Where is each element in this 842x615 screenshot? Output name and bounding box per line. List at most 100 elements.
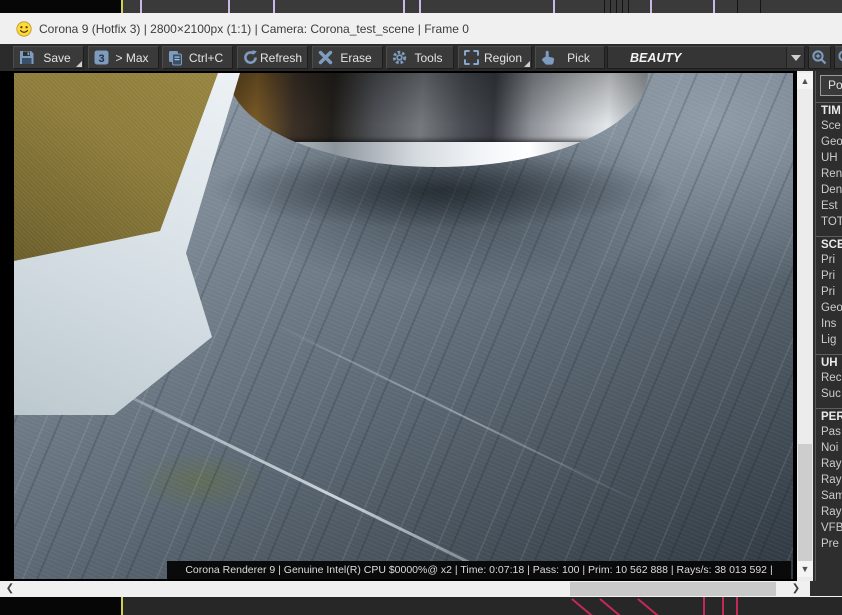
stats-section-header: UH — [816, 354, 842, 370]
viewport-spline-edge — [722, 597, 724, 615]
horizontal-scroll-thumb[interactable] — [570, 582, 776, 596]
stats-row: Ray — [821, 506, 842, 518]
viewport-grid-line — [616, 0, 617, 13]
stats-row: Pri — [821, 270, 836, 282]
viewport-grid-line — [403, 0, 405, 13]
stats-row: Ren — [821, 168, 842, 180]
viewport-grid-line — [121, 0, 123, 13]
copy-to-max-button[interactable]: 3 > Max — [88, 46, 159, 69]
viewport-grid-line — [628, 0, 629, 13]
post-button[interactable]: Pos — [820, 75, 842, 96]
stats-row: Sce — [821, 120, 841, 132]
stats-row: UH — [821, 152, 838, 164]
screen: Corona 9 (Hotfix 3) | 2800×2100px (1:1) … — [0, 0, 842, 615]
viewport-grid-line — [737, 0, 738, 13]
region-marquee-icon — [464, 50, 479, 65]
render-element-select[interactable]: BEAUTY — [607, 46, 805, 69]
stats-row: Geo — [821, 302, 842, 314]
pick-label: Pick — [567, 50, 590, 65]
copy-icon — [169, 51, 182, 66]
save-button[interactable]: Save — [13, 46, 84, 69]
viewport-grid-line — [140, 0, 142, 13]
viewport-spline-edge — [637, 598, 670, 615]
render-area: Corona Renderer 9 | Genuine Intel(R) CPU… — [0, 71, 797, 581]
viewport-spline-edge — [736, 597, 738, 615]
tools-label: Tools — [414, 50, 443, 65]
viewport-grid-line — [713, 0, 715, 13]
smiley-icon — [16, 20, 32, 37]
stats-row: Pas — [821, 426, 841, 438]
stats-section-header: TIM — [816, 102, 842, 118]
stats-section-header: PER — [816, 408, 842, 424]
stats-row: TOT — [821, 216, 842, 228]
stats-row: Ins — [821, 318, 837, 330]
render-pot-rim — [232, 141, 644, 167]
vertical-scrollbar[interactable]: ▲ ▼ — [797, 71, 813, 581]
stats-row: Suc — [821, 388, 841, 400]
copy-clipboard-label: Ctrl+C — [188, 50, 224, 65]
stats-row: Lig — [821, 334, 837, 346]
viewport-grid-line — [650, 0, 652, 13]
render-element-value: BEAUTY — [630, 50, 682, 65]
viewport-grid-line — [273, 0, 275, 13]
magnifier-icon — [838, 50, 842, 62]
stats-row: Pre — [821, 538, 839, 550]
stats-row: VFB — [821, 522, 842, 534]
refresh-label: Refresh — [259, 50, 303, 65]
erase-x-icon — [318, 50, 333, 65]
scroll-left-button[interactable]: ❮ — [2, 581, 18, 597]
viewport-grid-line — [604, 0, 605, 13]
stats-rows: TIM Sce Geo UH Ren Den Est TOT SCE Pri Pri Pri Geo In… — [816, 102, 842, 552]
stats-row: Pri — [821, 286, 836, 298]
scroll-down-button[interactable]: ▼ — [797, 561, 813, 577]
render-metal-pot — [228, 73, 648, 167]
vertical-scroll-thumb[interactable] — [798, 444, 812, 561]
copy-clipboard-button[interactable]: Ctrl+C — [162, 46, 233, 69]
stats-row: Geo — [821, 136, 842, 148]
stats-row: Noi — [821, 442, 839, 454]
erase-label: Erase — [340, 50, 372, 65]
viewport-grid-line — [228, 0, 230, 13]
stats-panel: Pos TIM Sce Geo UH Ren Den Est TOT SCE Pri Pri Pri G… — [815, 71, 842, 581]
pick-hand-icon — [542, 50, 555, 65]
corona-vfb-window: Corona 9 (Hotfix 3) | 2800×2100px (1:1) … — [0, 13, 842, 597]
viewport-bottom-strip — [0, 597, 842, 615]
viewport-dark-region — [0, 597, 121, 615]
refresh-button[interactable]: Refresh — [237, 46, 308, 69]
viewport-spline-edge — [703, 597, 705, 615]
dropdown-corner-icon — [76, 61, 82, 67]
stats-row: Rec — [821, 372, 842, 384]
copy-to-max-label: > Max — [115, 50, 149, 65]
rendered-image[interactable]: Corona Renderer 9 | Genuine Intel(R) CPU… — [14, 73, 793, 579]
viewport-spline-edge — [571, 598, 604, 615]
viewport-grid-line — [121, 597, 123, 615]
horizontal-scrollbar[interactable]: ❮ ❯ — [0, 581, 810, 597]
stats-row: Pri — [821, 254, 836, 266]
window-title: Corona 9 (Hotfix 3) | 2800×2100px (1:1) … — [39, 21, 469, 36]
viewport-grid-line — [622, 0, 623, 13]
render-stamp-text: Corona Renderer 9 | Genuine Intel(R) CPU… — [185, 564, 773, 576]
viewport-grid-line — [610, 0, 611, 13]
viewport-top-strip — [0, 0, 842, 13]
magnifier-plus-icon — [812, 50, 827, 65]
pick-button[interactable]: Pick — [535, 46, 605, 69]
gear-icon — [392, 50, 407, 65]
stats-row: Est — [821, 200, 838, 212]
zoom-in-button[interactable] — [808, 46, 831, 69]
viewport-grid-line — [553, 0, 555, 13]
scroll-right-button[interactable]: ❯ — [788, 581, 804, 597]
stats-row: Sam — [821, 490, 842, 502]
vfb-toolbar: Save 3 > Max Ctrl+C Refresh Erase Tools … — [0, 44, 842, 71]
scroll-up-button[interactable]: ▲ — [797, 73, 813, 89]
render-stamp-bar: Corona Renderer 9 | Genuine Intel(R) CPU… — [167, 561, 791, 579]
stats-row: Den — [821, 184, 842, 196]
render-element-dropdown-button[interactable] — [786, 47, 804, 68]
zoom-out-button[interactable] — [834, 46, 842, 69]
viewport-dark-region — [0, 0, 121, 13]
tools-button[interactable]: Tools — [386, 46, 454, 69]
viewport-grid-line — [419, 0, 421, 13]
window-titlebar[interactable]: Corona 9 (Hotfix 3) | 2800×2100px (1:1) … — [0, 13, 842, 44]
region-button[interactable]: Region — [458, 46, 532, 69]
svg-text:3: 3 — [98, 53, 104, 65]
erase-button[interactable]: Erase — [312, 46, 383, 69]
